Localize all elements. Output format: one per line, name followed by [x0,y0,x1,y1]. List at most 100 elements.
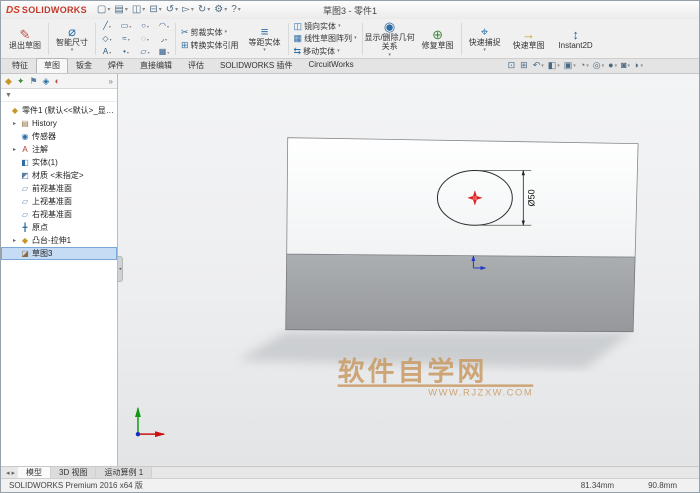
document-tab[interactable]: 模型 [18,467,52,478]
tree-item[interactable]: ◩ 材质 <未指定> [1,169,117,182]
dropdown-caret-icon[interactable]: ▾ [388,52,391,58]
titlebar-button[interactable]: ↺ ▾ [166,5,178,15]
titlebar-button[interactable]: ▢ ▾ [97,5,110,15]
command-tab[interactable]: 特征 [4,58,36,73]
rectangle-tool-button[interactable]: ▭ ▾ [117,20,135,32]
propertymanager-tab-icon[interactable]: ✦ [17,76,25,86]
titlebar-button[interactable]: ⊟ ▾ [149,5,161,15]
document-tab[interactable]: 运动算例 1 [96,467,153,478]
move-entities-button[interactable]: ⇆ 移动实体 ▾ [292,46,359,57]
tree-item[interactable]: ◪ 草图3 [1,247,117,260]
dropdown-caret-icon[interactable]: ▾ [129,24,131,29]
dimension-text[interactable]: Ø50 [526,189,536,206]
convert-entities-button[interactable]: ⊞ 转换实体引用 [179,40,241,52]
dropdown-caret-icon[interactable]: ▾ [127,50,129,55]
dropdown-caret-icon[interactable]: ▾ [128,37,130,42]
line-tool-button[interactable]: ╱ ▾ [98,20,116,32]
tree-item[interactable]: ▱ 右视基准面 [1,208,117,221]
configurationmanager-tab-icon[interactable]: ⚑ [29,76,37,86]
document-tab[interactable]: 3D 视图 [51,467,97,478]
dropdown-caret-icon[interactable]: ▾ [109,50,111,55]
dropdown-caret-icon[interactable]: ▾ [167,24,169,29]
dropdown-caret-icon[interactable]: ▾ [557,63,560,69]
expand-arrow-icon[interactable]: ▸ [13,120,20,127]
dropdown-caret-icon[interactable]: ▾ [159,7,162,13]
dropdown-caret-icon[interactable]: ▾ [628,63,631,69]
text-tool-button[interactable]: A ▾ [98,46,116,58]
panel-collapse-handle[interactable]: ◂ [118,256,123,282]
tree-item[interactable]: ▸ ▤ History [1,117,117,130]
scroll-tabs-left-icon[interactable]: ◂ [6,469,10,477]
command-tab[interactable]: 钣金 [68,58,100,73]
dropdown-caret-icon[interactable]: ▾ [107,7,110,13]
heads-up-button[interactable]: ⊡ [508,61,517,70]
dropdown-caret-icon[interactable]: ▾ [224,7,227,13]
dropdown-caret-icon[interactable]: ▾ [483,48,486,53]
heads-up-button[interactable]: ◙ ▾ [621,61,630,70]
dropdown-caret-icon[interactable]: ▾ [148,50,150,55]
dropdown-caret-icon[interactable]: ▾ [207,7,210,13]
arc-tool-button[interactable]: ◠ ▾ [155,20,173,32]
command-tab[interactable]: 焊件 [100,58,132,73]
trim-entities-button[interactable]: ✂ 剪裁实体 ▾ [179,27,241,39]
pattern-tool-button[interactable]: ▦ ▾ [155,46,173,58]
command-tab[interactable]: 直接编辑 [132,58,180,73]
spline-tool-button[interactable]: ≈ ▾ [117,33,135,45]
dropdown-caret-icon[interactable]: ▾ [238,7,241,13]
dropdown-caret-icon[interactable]: ▾ [175,7,178,13]
dropdown-caret-icon[interactable]: ▾ [354,36,357,41]
titlebar-button[interactable]: ⚙ ▾ [214,5,227,15]
panel-overflow-icon[interactable]: » [109,77,113,86]
featuremanager-tab-icon[interactable]: ◆ [5,76,12,86]
model-top-face[interactable] [286,137,639,258]
expand-arrow-icon[interactable]: ▸ [13,237,20,244]
dimxpertmanager-tab-icon[interactable]: ◈ [43,76,50,86]
tree-item[interactable]: ▱ 上视基准面 [1,195,117,208]
dropdown-caret-icon[interactable]: ▾ [147,24,149,29]
dropdown-caret-icon[interactable]: ▾ [109,24,111,29]
tree-item[interactable]: ◆ 零件1 (默认<<默认>_显示状态 [1,104,117,117]
dropdown-caret-icon[interactable]: ▾ [263,48,266,53]
dropdown-caret-icon[interactable]: ▾ [615,63,618,69]
titlebar-button[interactable]: ▻ ▾ [182,5,194,15]
dropdown-caret-icon[interactable]: ▾ [125,7,128,13]
graphics-area[interactable]: ◂ Ø50 软件自学网 WWW.RJZXW.COM [118,74,699,466]
heads-up-button[interactable]: ⊞ [520,61,529,70]
dropdown-caret-icon[interactable]: ▾ [337,48,340,54]
dropdown-caret-icon[interactable]: ▾ [225,30,228,35]
heads-up-button[interactable]: ◔ ▾ [580,61,589,70]
dropdown-caret-icon[interactable]: ▾ [142,7,145,13]
heads-up-button[interactable]: ▣ ▾ [564,61,576,70]
display-delete-relations-button[interactable]: ◉ 显示/删除几何关系 ▾ [364,20,416,58]
titlebar-button[interactable]: ? ▾ [231,5,241,15]
titlebar-button[interactable]: ↻ ▾ [198,5,210,15]
fillet-tool-button[interactable]: ◞ ▾ [155,33,173,45]
command-tab[interactable]: 草图 [36,58,68,73]
dropdown-caret-icon[interactable]: ▾ [573,63,576,69]
dropdown-caret-icon[interactable]: ▾ [191,7,194,13]
scroll-tabs-right-icon[interactable]: ▸ [12,469,16,477]
instant2d-button[interactable]: ↕ Instant2D [551,21,601,57]
command-tab[interactable]: 评估 [180,58,212,73]
dropdown-caret-icon[interactable]: ▾ [167,50,169,55]
dropdown-caret-icon[interactable]: ▾ [110,37,112,42]
command-tab[interactable]: SOLIDWORKS 插件 [212,58,300,73]
heads-up-button[interactable]: ◎ ▾ [593,61,604,70]
rapid-sketch-button[interactable]: → 快速草图 [507,21,551,57]
command-tab[interactable]: CircuitWorks [300,58,361,73]
point-tool-button[interactable]: • ▾ [117,46,135,58]
displaymanager-tab-icon[interactable]: ◐ [54,76,59,86]
circle-tool-button[interactable]: ○ ▾ [136,20,154,32]
linear-sketch-pattern-button[interactable]: ▦ 线性草图阵列 ▾ [292,33,359,44]
smart-dimension-button[interactable]: ⌀ 智能尺寸 ▾ [50,21,94,57]
exit-sketch-button[interactable]: ✎ 退出草图 [3,21,47,57]
offset-entities-button[interactable]: ≡ 等距实体 ▾ [243,21,287,57]
heads-up-button[interactable]: ◗ ▾ [634,61,643,70]
polygon-tool-button[interactable]: ◇ ▾ [98,33,116,45]
dropdown-caret-icon[interactable]: ▾ [541,63,544,69]
heads-up-button[interactable]: ● ▾ [608,61,617,70]
dropdown-caret-icon[interactable]: ▾ [338,24,341,29]
quick-snaps-button[interactable]: ⌖ 快速捕捉 ▾ [463,21,507,57]
filter-icon[interactable]: ▼ [5,92,12,99]
mirror-entities-button[interactable]: ◫ 镜向实体 ▾ [292,21,359,32]
